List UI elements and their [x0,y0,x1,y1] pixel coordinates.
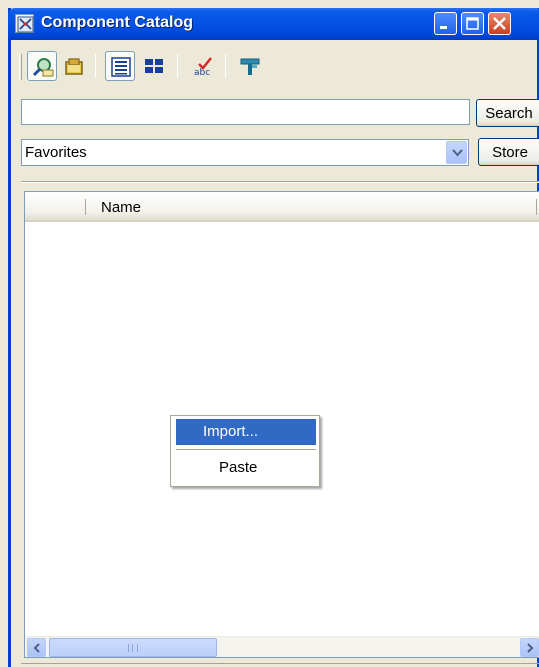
properties-tool[interactable] [235,51,265,81]
svg-text:abc: abc [194,68,210,77]
toolbar: abc [17,48,537,86]
close-icon [493,17,506,30]
toolbar-grip[interactable] [19,54,22,80]
column-divider[interactable] [536,199,537,215]
spelling-tool[interactable]: abc [189,51,219,81]
find-tool[interactable] [27,51,57,81]
scroll-right-button[interactable] [520,638,539,657]
context-menu: Import... Paste [170,415,320,487]
window-title: Component Catalog [41,14,193,31]
scroll-thumb[interactable] [49,638,217,657]
catalog-select-value: Favorites [25,144,87,161]
toolbar-separator [225,54,226,78]
chevron-right-icon [527,643,534,653]
chevron-down-icon [452,149,463,157]
spelling-check-icon: abc [194,57,212,77]
minimize-button[interactable] [434,12,457,35]
catalog-select-dropdown-button[interactable] [446,141,467,164]
window-bottom-edge [21,663,539,667]
component-catalog-window: Component Catalog abc Search Favorites S… [8,8,539,667]
menu-item-import[interactable]: Import... [176,419,316,445]
column-divider[interactable] [85,199,86,215]
open-catalog-tool[interactable] [59,51,89,81]
store-button[interactable]: Store [478,138,539,166]
magnifier-icon [32,58,54,77]
column-header-name[interactable]: Name [101,199,141,216]
close-button[interactable] [488,12,511,35]
catalog-select[interactable]: Favorites [21,139,469,166]
tile-view-tool[interactable] [139,51,169,81]
catalog-app-icon[interactable] [15,14,34,33]
scroll-thumb-grip [128,644,138,652]
folder-icon [65,58,83,75]
menu-item-paste[interactable]: Paste [176,455,316,481]
toolbar-separator [95,54,96,78]
hammer-icon [240,58,260,75]
list-header: Name [25,192,539,222]
list-view-icon [111,57,131,77]
scroll-left-button[interactable] [27,638,46,657]
toolbar-separator [177,54,178,78]
horizontal-scrollbar[interactable] [25,636,539,657]
minimize-icon [440,26,447,29]
title-bar[interactable]: Component Catalog [8,8,539,40]
tile-view-icon [145,59,163,73]
maximize-button[interactable] [461,12,484,35]
search-button[interactable]: Search [476,99,539,127]
search-input[interactable] [21,99,470,125]
chevron-left-icon [33,643,40,653]
list-view-tool[interactable] [105,51,135,81]
menu-separator [176,449,316,450]
section-divider [21,181,539,183]
maximize-icon [466,17,479,30]
